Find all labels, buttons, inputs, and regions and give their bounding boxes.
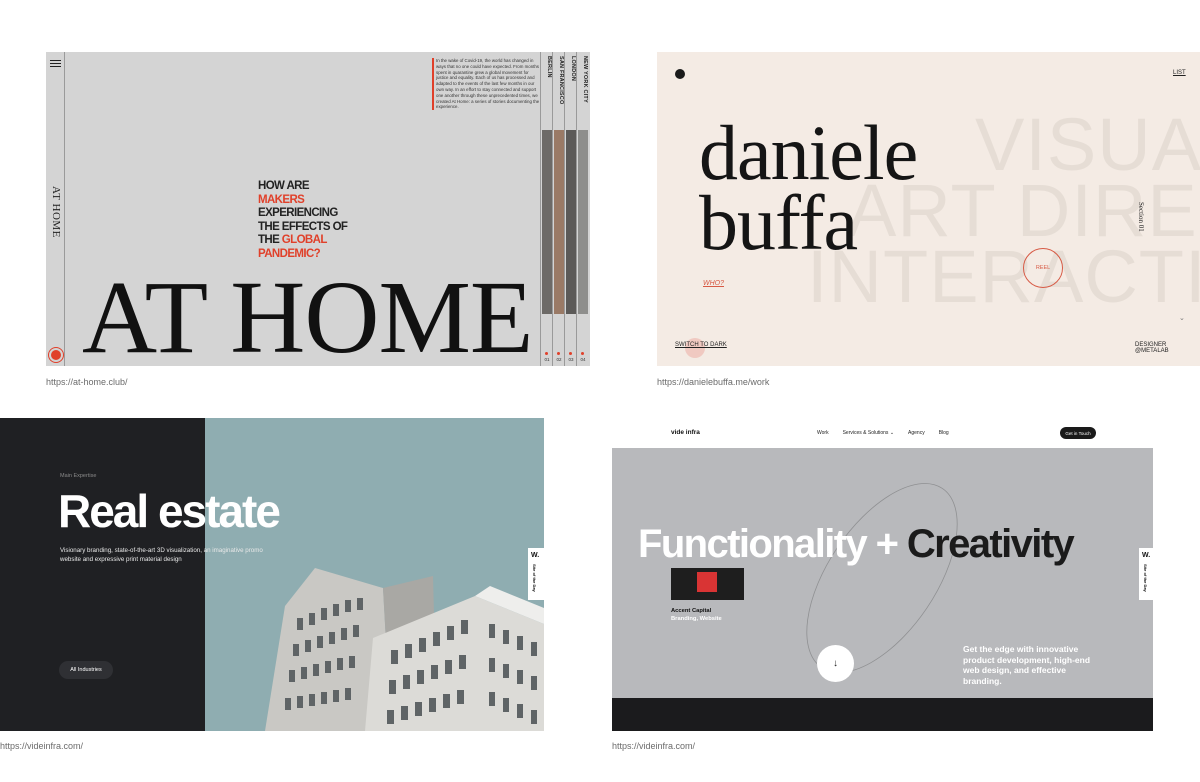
city-photo (554, 130, 564, 314)
menu-icon[interactable] (50, 60, 61, 68)
page-title: Real estate (58, 485, 281, 537)
arrow-down-icon: ↓ (833, 658, 838, 669)
headline-dark: Creativity (906, 522, 1075, 566)
site-logo[interactable]: vide infra (671, 429, 700, 436)
project-client[interactable]: Accent Capital (671, 608, 711, 614)
city-name: SAN FRANCISCO (558, 56, 564, 105)
awwwards-logo-icon: W. (1142, 552, 1151, 559)
building-photo (205, 418, 544, 731)
city-photo (542, 130, 552, 314)
site-of-the-day-badge[interactable]: W. Site of the Day (528, 548, 544, 600)
list-link[interactable]: LIST (1173, 70, 1186, 76)
logo-icon[interactable] (675, 69, 685, 79)
all-industries-button[interactable]: All Industries (59, 661, 113, 679)
hero-headline: Functionality + Creativity (638, 522, 1075, 567)
section-label: Section 01 (1137, 202, 1145, 232)
city-number: 03 (568, 357, 574, 362)
description: Visionary branding, state-of-the-art 3D … (60, 547, 263, 563)
city-name: NEW YORK CITY (582, 56, 588, 103)
url-caption[interactable]: https://videinfra.com/ (0, 741, 83, 751)
city-dot-icon (545, 352, 548, 355)
project-thumbnail[interactable] (671, 568, 744, 600)
side-title: AT HOME (50, 186, 62, 238)
pitch-text: Get the edge with innovative product dev… (963, 644, 1091, 686)
city-dot-icon (581, 352, 584, 355)
nav-item-work[interactable]: Work (817, 430, 829, 436)
hero-title: AT HOME (82, 260, 533, 367)
project-services: Branding, Website (671, 616, 722, 622)
city-column-new-york[interactable]: NEW YORK CITY 04 (576, 52, 588, 366)
name-line: buffa (699, 179, 858, 266)
cursor-dot (685, 338, 705, 358)
switch-theme-link[interactable]: SWITCH TO DARK (675, 342, 727, 348)
chevron-down-icon[interactable]: ⌄ (1179, 314, 1185, 322)
reel-label: REEL (1035, 265, 1051, 271)
url-caption[interactable]: https://at-home.club/ (46, 377, 128, 387)
site-of-the-day-badge[interactable]: W. Site of the Day (1139, 548, 1153, 600)
at-home-screenshot[interactable]: AT HOME In the wake of Covid-19, the wor… (46, 52, 590, 366)
headline-highlight: MAKERS (258, 193, 305, 206)
url-caption[interactable]: https://videinfra.com/ (612, 741, 695, 751)
headline: HOW ARE MAKERS EXPERIENCING THE EFFECTS … (258, 180, 348, 261)
nav-item-blog[interactable]: Blog (939, 430, 949, 436)
city-column-london[interactable]: LONDON 03 (564, 52, 576, 366)
nav-item-services[interactable]: Services & Solutions ⌄ (843, 430, 894, 436)
sun-logo-icon (51, 350, 61, 360)
hero-name: daniele buffa (699, 109, 918, 266)
real-estate-screenshot[interactable]: Main Expertise Real estate Visionary bra… (0, 418, 544, 731)
city-dot-icon (569, 352, 572, 355)
building-illustration (265, 568, 544, 731)
city-dot-icon (557, 352, 560, 355)
reel-button[interactable]: REEL (1023, 248, 1063, 288)
city-photo (578, 130, 588, 314)
headline-light: Functionality + (638, 522, 907, 566)
city-name: BERLIN (546, 56, 552, 78)
intro-paragraph: In the wake of Covid-19, the world has c… (432, 58, 542, 111)
button-label: Get in Touch (1065, 430, 1091, 436)
thumbnail-accent (697, 572, 717, 592)
daniele-buffa-screenshot[interactable]: VISUAL ART DIRECTION INTERACTION LIST da… (657, 52, 1200, 366)
city-name: LONDON (570, 56, 576, 82)
name-line: daniele (699, 109, 918, 196)
city-column-san-francisco[interactable]: SAN FRANCISCO 02 (552, 52, 564, 366)
city-number: 01 (544, 357, 550, 362)
awwwards-logo-icon: W. (531, 552, 540, 559)
get-in-touch-button[interactable]: Get in Touch (1060, 427, 1096, 439)
headline-part: HOW ARE (258, 180, 310, 192)
city-photo (566, 130, 576, 314)
who-link[interactable]: WHO? (703, 280, 724, 287)
vide-infra-screenshot[interactable]: vide infra Work Services & Solutions ⌄ A… (612, 418, 1153, 731)
city-number: 02 (556, 357, 562, 362)
city-number: 04 (580, 357, 586, 362)
nav-item-agency[interactable]: Agency (908, 430, 925, 436)
badge-label: Site of the Day (532, 564, 537, 592)
city-column-berlin[interactable]: BERLIN 01 (540, 52, 552, 366)
eyebrow-label: Main Expertise (60, 473, 97, 479)
main-nav: Work Services & Solutions ⌄ Agency Blog (817, 430, 949, 436)
dark-footer-band (612, 698, 1153, 731)
button-label: All Industries (70, 667, 102, 673)
url-caption[interactable]: https://danielebuffa.me/work (657, 377, 769, 387)
designer-credit[interactable]: DESIGNER @METALAB (1135, 342, 1200, 354)
badge-label: Site of the Day (1143, 564, 1148, 592)
city-columns: BERLIN 01 SAN FRANCISCO 02 LONDON 03 NEW… (540, 52, 590, 366)
scroll-down-button[interactable]: ↓ (817, 645, 854, 682)
